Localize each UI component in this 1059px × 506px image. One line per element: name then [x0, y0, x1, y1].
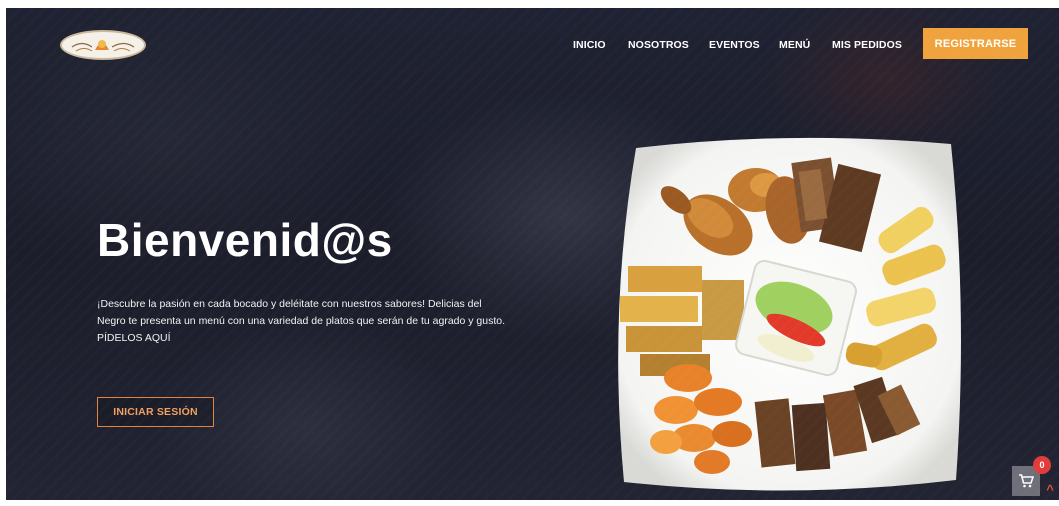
nav-inicio[interactable]: INICIO — [573, 39, 606, 51]
register-button[interactable]: REGISTRARSE — [923, 28, 1028, 59]
nav-nosotros[interactable]: NOSOTROS — [628, 39, 689, 51]
hero-section: INICIO NOSOTROS EVENTOS MENÚ MIS PEDIDOS… — [6, 8, 1059, 500]
scroll-top-button[interactable]: ^ — [1040, 478, 1059, 500]
nav-mis-pedidos[interactable]: MIS PEDIDOS — [832, 39, 902, 51]
shopping-cart-icon — [1019, 474, 1034, 488]
login-button[interactable]: INICIAR SESIÓN — [97, 397, 214, 427]
chevron-up-icon: ^ — [1046, 481, 1054, 497]
hero-description: ¡Descubre la pasión en cada bocado y del… — [97, 298, 506, 344]
cart-count-badge: 0 — [1033, 456, 1051, 474]
hero-title: Bienvenid@s — [97, 214, 393, 266]
site-logo[interactable] — [60, 30, 146, 60]
logo-mark-icon — [71, 40, 135, 52]
food-plate-image — [618, 137, 961, 491]
nav-eventos[interactable]: EVENTOS — [709, 39, 760, 51]
nav-menu[interactable]: MENÚ — [779, 39, 810, 51]
